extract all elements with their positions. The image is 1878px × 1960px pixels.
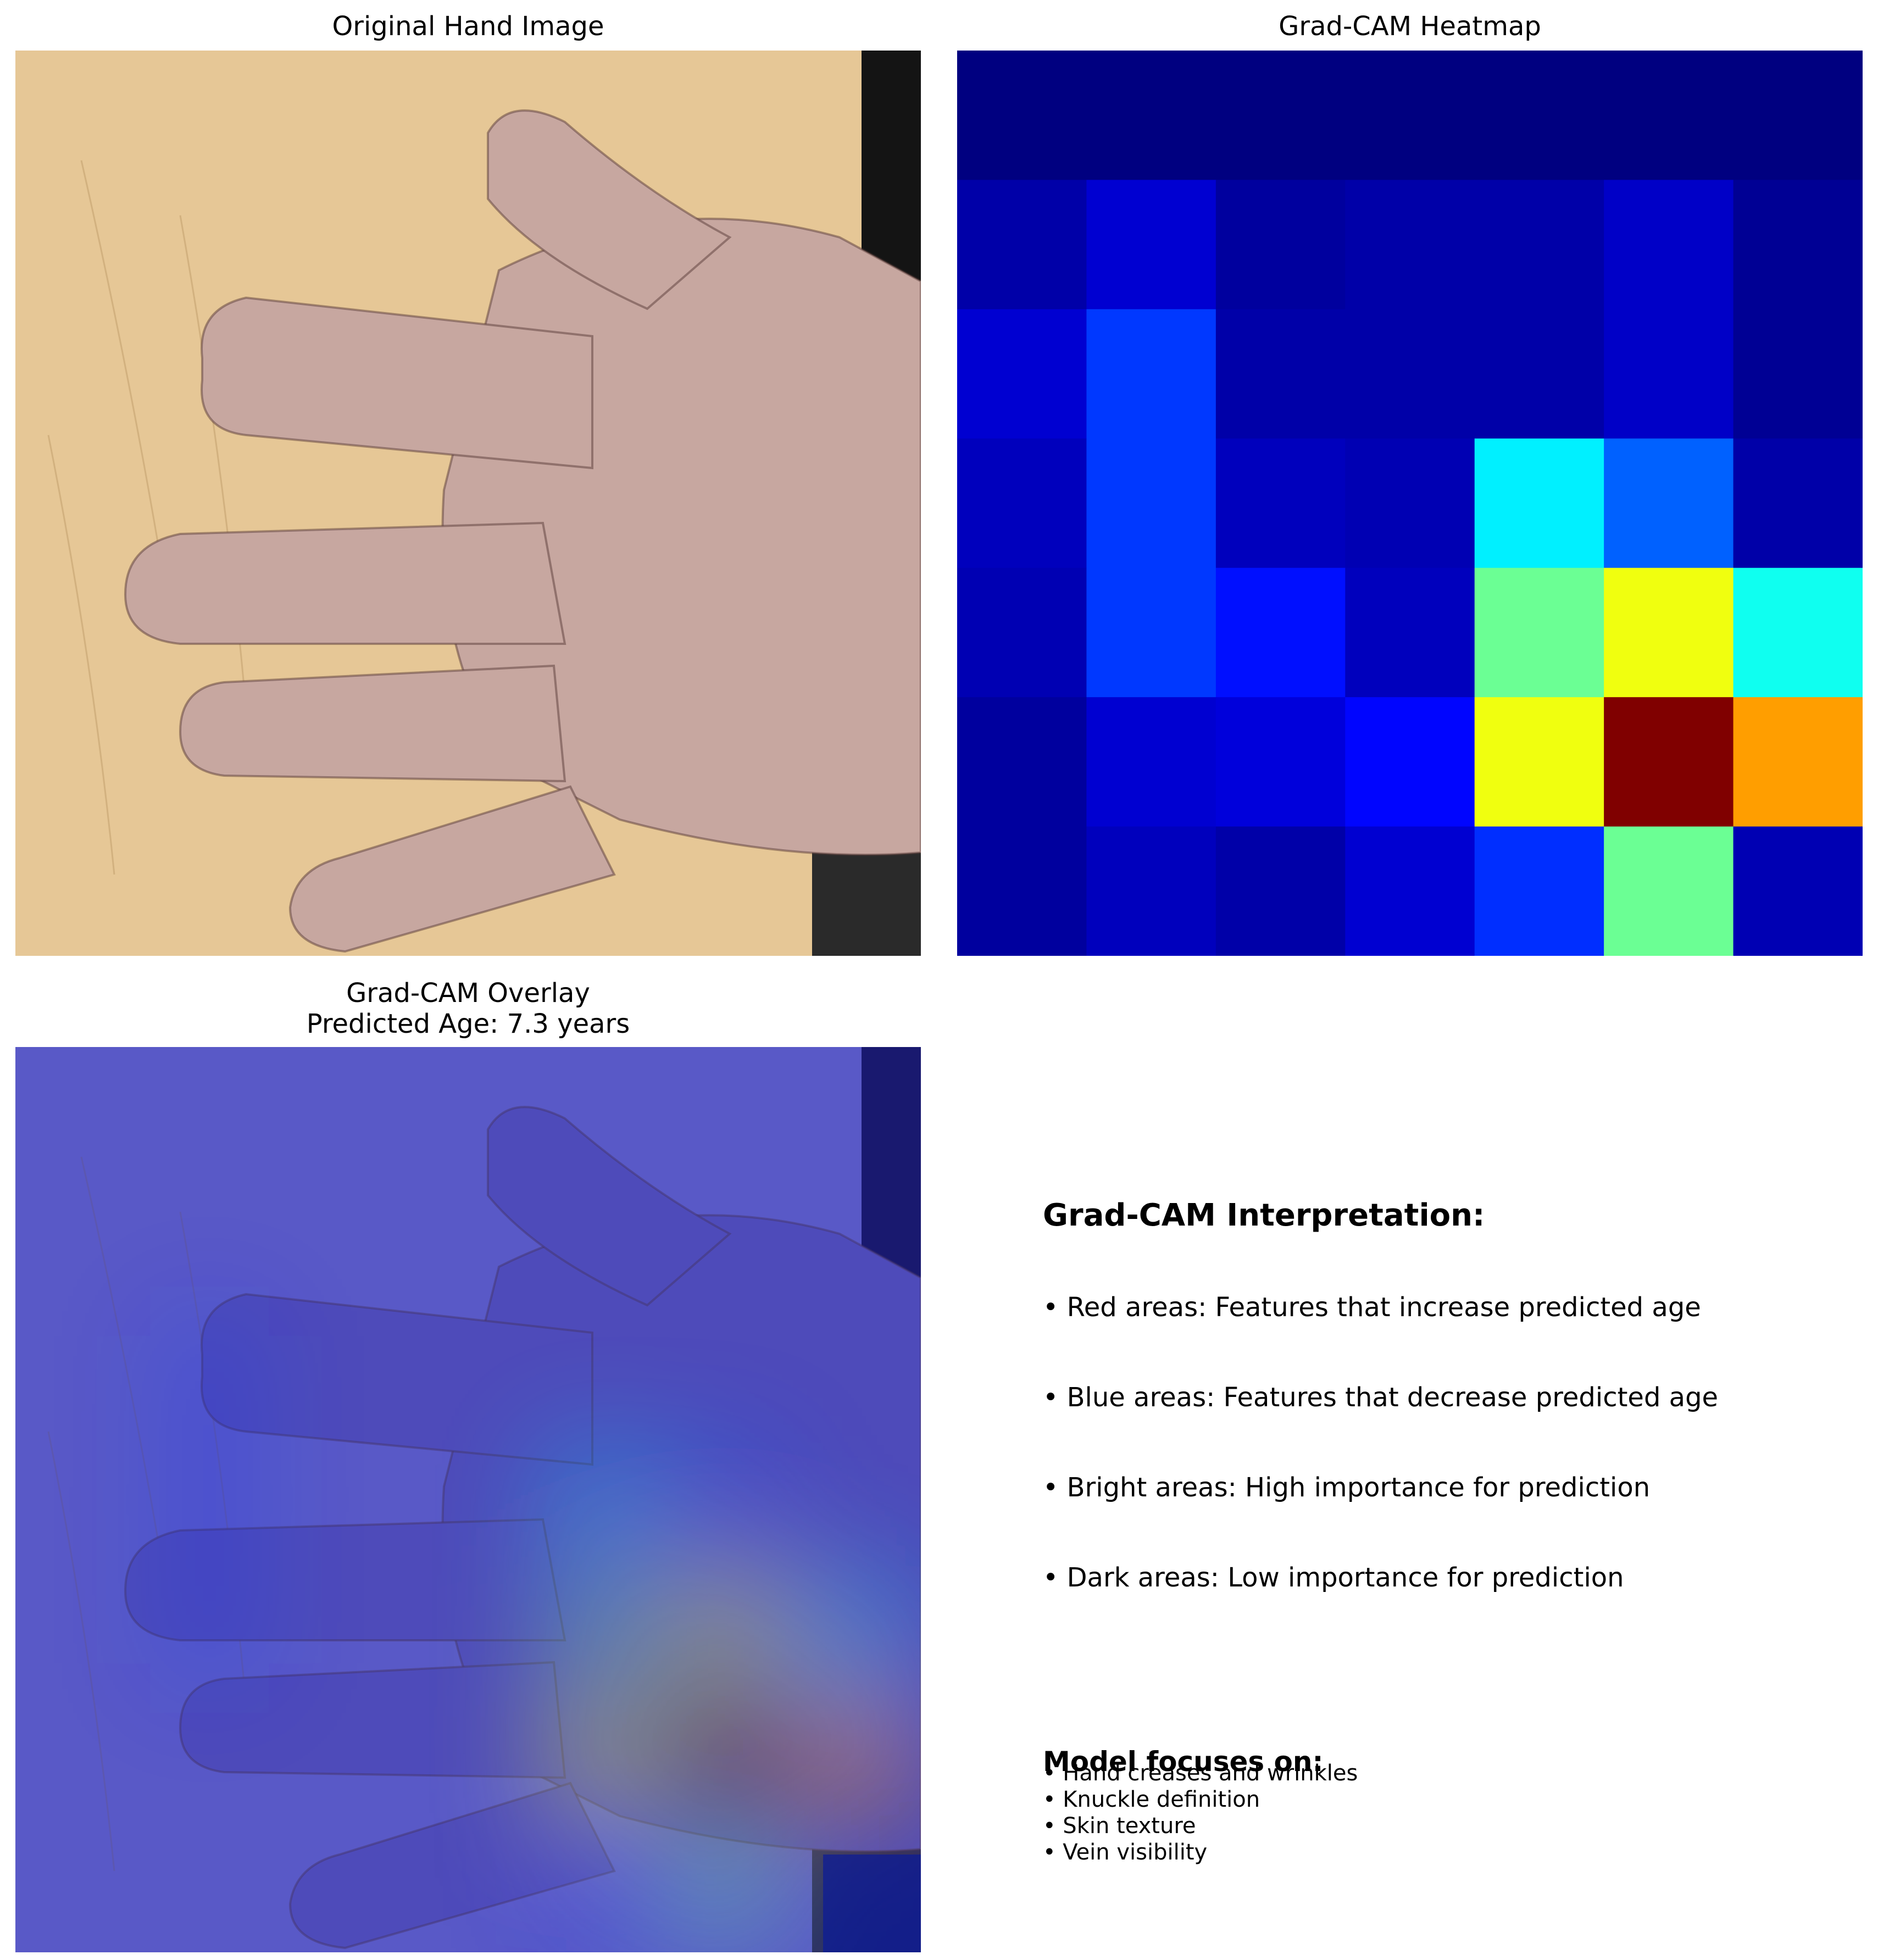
heatmap-cell-r5-c5 bbox=[1604, 697, 1734, 827]
predicted-age-label: Predicted Age: 7.3 years bbox=[306, 1009, 630, 1039]
heatmap-cell-r4-c2 bbox=[1215, 567, 1346, 698]
heatmap-cell-r0-c5 bbox=[1604, 51, 1734, 180]
heatmap-cell-r3-c4 bbox=[1474, 438, 1604, 569]
heatmap-cell-r5-c0 bbox=[957, 697, 1087, 827]
heatmap-cell-r0-c2 bbox=[1215, 51, 1346, 180]
interpretation-title: Grad-CAM Interpretation: bbox=[1043, 1198, 1485, 1233]
heatmap-cell-r2-c2 bbox=[1215, 309, 1346, 439]
heatmap-cell-r6-c3 bbox=[1345, 826, 1475, 956]
heatmap-cell-r0-c4 bbox=[1474, 51, 1604, 180]
heatmap-cell-r4-c4 bbox=[1474, 567, 1604, 698]
interpretation-item-bright: • Bright areas: High importance for pred… bbox=[1043, 1472, 1651, 1503]
heatmap-cell-r1-c0 bbox=[957, 180, 1087, 310]
heatmap-cell-r0-c3 bbox=[1345, 51, 1475, 180]
heatmap-cell-r4-c5 bbox=[1604, 567, 1734, 698]
heatmap-cell-r5-c4 bbox=[1474, 697, 1604, 827]
heatmap-cell-r3-c2 bbox=[1215, 438, 1346, 569]
heatmap-cell-r1-c5 bbox=[1604, 180, 1734, 310]
heatmap-cell-r3-c3 bbox=[1345, 438, 1475, 569]
heatmap-cell-r6-c1 bbox=[1086, 826, 1216, 956]
heatmap-cell-r5-c2 bbox=[1215, 697, 1346, 827]
heatmap-cell-r5-c1 bbox=[1086, 697, 1216, 827]
heatmap-cell-r5-c6 bbox=[1733, 697, 1863, 827]
heatmap-cell-r2-c3 bbox=[1345, 309, 1475, 439]
heatmap-cell-r0-c6 bbox=[1733, 51, 1863, 180]
heatmap-cell-r1-c1 bbox=[1086, 180, 1216, 310]
heatmap-cell-r4-c6 bbox=[1733, 567, 1863, 698]
heatmap-cell-r6-c0 bbox=[957, 826, 1087, 956]
heatmap-cell-r6-c2 bbox=[1215, 826, 1346, 956]
gradcam-heatmap bbox=[957, 51, 1863, 956]
overlay-dark-corner bbox=[823, 1855, 921, 1952]
overlay-title: Grad-CAM Overlay Predicted Age: 7.3 year… bbox=[15, 978, 921, 1039]
heatmap-cell-r2-c6 bbox=[1733, 309, 1863, 439]
interpretation-item-blue: • Blue areas: Features that decrease pre… bbox=[1043, 1382, 1719, 1413]
heatmap-cell-r1-c4 bbox=[1474, 180, 1604, 310]
heatmap-cell-r4-c3 bbox=[1345, 567, 1475, 698]
heatmap-cell-r5-c3 bbox=[1345, 697, 1475, 827]
heatmap-cell-r1-c2 bbox=[1215, 180, 1346, 310]
original-image-title: Original Hand Image bbox=[332, 11, 604, 42]
heatmap-cell-r0-c1 bbox=[1086, 51, 1216, 180]
heatmap-cell-r2-c4 bbox=[1474, 309, 1604, 439]
heatmap-cell-r1-c3 bbox=[1345, 180, 1475, 310]
focus-item-skin: • Skin texture bbox=[1043, 1813, 1196, 1839]
interpretation-item-dark: • Dark areas: Low importance for predict… bbox=[1043, 1562, 1624, 1593]
heatmap-cell-r6-c4 bbox=[1474, 826, 1604, 956]
original-hand-image bbox=[15, 51, 921, 956]
overlay-jet-tint bbox=[15, 1047, 921, 1952]
interpretation-item-red: • Red areas: Features that increase pred… bbox=[1043, 1292, 1701, 1323]
heatmap-cell-r3-c6 bbox=[1733, 438, 1863, 569]
heatmap-cell-r3-c0 bbox=[957, 438, 1087, 569]
heatmap-cell-r3-c5 bbox=[1604, 438, 1734, 569]
heatmap-cell-r2-c1 bbox=[1086, 309, 1216, 439]
heatmap-cell-r6-c5 bbox=[1604, 826, 1734, 956]
heatmap-cell-r4-c1 bbox=[1086, 567, 1216, 698]
overlay-title-line1: Grad-CAM Overlay bbox=[346, 978, 590, 1009]
heatmap-cell-r6-c6 bbox=[1733, 826, 1863, 956]
heatmap-title: Grad-CAM Heatmap bbox=[1279, 11, 1541, 42]
focus-item-knuckles: • Knuckle definition bbox=[1043, 1787, 1260, 1812]
heatmap-cell-r1-c6 bbox=[1733, 180, 1863, 310]
heatmap-cell-r3-c1 bbox=[1086, 438, 1216, 569]
heatmap-cell-r2-c5 bbox=[1604, 309, 1734, 439]
gradcam-overlay-image bbox=[15, 1047, 921, 1952]
heatmap-cell-r2-c0 bbox=[957, 309, 1087, 439]
heatmap-cell-r0-c0 bbox=[957, 51, 1087, 180]
focus-item-veins: • Vein visibility bbox=[1043, 1840, 1208, 1865]
focus-title: Model focuses on: bbox=[1043, 1746, 1324, 1778]
heatmap-cell-r4-c0 bbox=[957, 567, 1087, 698]
